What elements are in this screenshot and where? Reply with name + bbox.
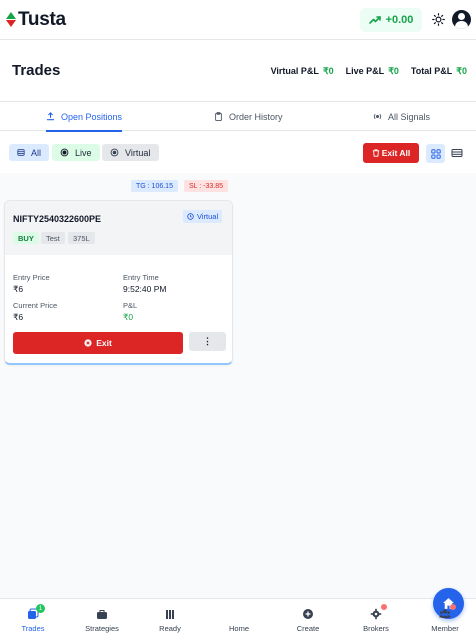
virtual-pnl: Virtual P&L ₹0 (270, 66, 334, 76)
live-pnl: Live P&L ₹0 (345, 66, 399, 76)
radio-dot-icon (110, 148, 119, 157)
entry-time-label: Entry Time (123, 273, 159, 282)
more-options-button[interactable]: ⋮ (189, 332, 226, 351)
current-price-label: Current Price (13, 301, 58, 310)
pnl-value: +0.00 (385, 14, 414, 26)
nav-member[interactable]: Member (415, 599, 475, 636)
tab-open-positions[interactable]: Open Positions (46, 102, 123, 132)
plus-circle-icon (303, 609, 313, 619)
nav-ready[interactable]: Ready (140, 599, 200, 636)
signal-icon (373, 113, 382, 120)
pnl-label: P&L (123, 301, 138, 310)
nav-brokers[interactable]: Brokers (346, 599, 406, 636)
bars-icon (166, 610, 174, 619)
side-tag: BUY (13, 232, 39, 244)
entry-price-value: ₹6 (13, 284, 24, 294)
positions-area: TG : 106.15 SL : -33.85 NIFTY2540322600P… (0, 173, 476, 598)
more-vertical-icon: ⋮ (203, 336, 212, 346)
nav-home[interactable]: Home (209, 588, 464, 636)
target-badge: TG : 106.15 (131, 180, 178, 192)
table-view-icon[interactable] (451, 147, 463, 159)
filter-all-button[interactable]: All (9, 144, 49, 161)
pnl-summary: Virtual P&L ₹0 Live P&L ₹0 Total P&L ₹0 (271, 66, 467, 77)
trades-count-badge: 1 (36, 604, 45, 613)
list-box-icon (17, 149, 25, 156)
pnl-value: ₹0 (123, 312, 134, 322)
app-name: Tusta (18, 9, 66, 30)
bottom-nav: Trades 1 Strategies Ready Home Create Br… (0, 588, 476, 636)
pnl-pill[interactable]: +0.00 (360, 8, 422, 32)
brokers-notification-dot (381, 604, 387, 610)
entry-time-value: 9:52:40 PM (123, 284, 167, 294)
nav-create[interactable]: Create (278, 599, 338, 636)
nav-trades[interactable]: Trades 1 (3, 599, 63, 636)
top-bar: Tusta +0.00 (0, 0, 476, 40)
clock-icon (187, 213, 194, 220)
user-icon (458, 13, 465, 20)
position-card[interactable]: NIFTY2540322600PE Virtual BUY Test 375L … (4, 200, 233, 365)
user-upload-icon (46, 112, 55, 121)
exit-position-button[interactable]: Exit (13, 332, 183, 354)
tab-order-history[interactable]: Order History (214, 102, 283, 131)
filter-live-button[interactable]: Live (52, 144, 100, 161)
total-pnl: Total P&L ₹0 (410, 66, 467, 76)
current-price-value: ₹6 (13, 312, 24, 322)
member-notification-dot (450, 604, 456, 610)
exit-all-button[interactable]: Exit All (363, 143, 419, 163)
quantity-tag: 375L (68, 232, 95, 244)
filter-virtual-button[interactable]: Virtual (102, 144, 159, 161)
filter-row: All Live Virtual Exit All (0, 131, 476, 173)
nav-strategies[interactable]: Strategies (72, 599, 132, 636)
users-icon (439, 609, 451, 618)
tab-all-signals[interactable]: All Signals (373, 102, 430, 131)
avatar[interactable] (452, 10, 471, 29)
mode-badge: Virtual (183, 210, 223, 223)
trash-icon (372, 149, 379, 157)
clipboard-icon (215, 112, 222, 121)
trending-up-icon (368, 16, 381, 24)
sun-icon[interactable] (432, 13, 445, 26)
gear-icon (370, 608, 382, 620)
radio-dot-icon (60, 148, 69, 157)
position-card-header: NIFTY2540322600PE Virtual BUY Test 375L (5, 201, 232, 255)
stoploss-badge: SL : -33.85 (184, 180, 228, 192)
grid-icon (430, 148, 441, 159)
trade-tabs: Open Positions Order History All Signals (0, 101, 476, 132)
page-header: Trades Virtual P&L ₹0 Live P&L ₹0 Total P&… (0, 41, 476, 101)
briefcase-icon (97, 610, 107, 619)
logo-mark-icon (6, 12, 17, 28)
page-title: Trades (12, 62, 61, 79)
strategy-tag: Test (41, 232, 65, 244)
grid-view-button[interactable] (426, 144, 445, 163)
entry-price-label: Entry Price (13, 273, 50, 282)
close-circle-icon (84, 339, 92, 347)
position-symbol: NIFTY2540322600PE (13, 214, 102, 224)
app-logo[interactable]: Tusta (6, 9, 66, 31)
